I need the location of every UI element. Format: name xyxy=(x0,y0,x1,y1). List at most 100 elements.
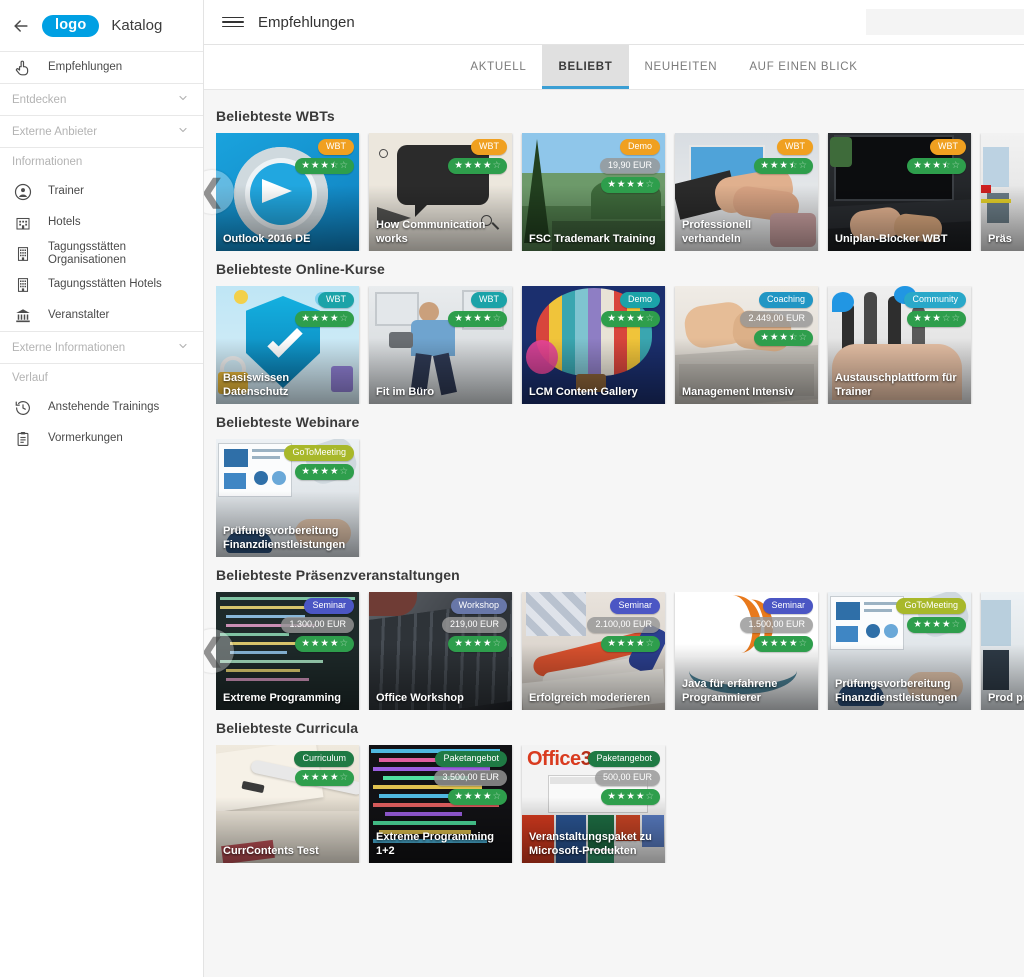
card-title: LCM Content Gallery xyxy=(529,386,638,398)
rating-stars: ★ ★ ★ ★ ☆ xyxy=(448,789,507,805)
course-card[interactable]: Curriculum ★ ★ ★ ★ ☆ CurrContents Test xyxy=(216,745,359,863)
card-badges: WBT ★ ★ ★ ★ ☆ xyxy=(448,139,507,174)
star-half: ☆ xyxy=(330,160,339,171)
app-title: Katalog xyxy=(111,17,163,34)
tab-auf-einen-blick[interactable]: AUF EINEN BLICK xyxy=(733,45,873,89)
type-badge: WBT xyxy=(777,139,813,155)
section: Beliebteste Webinare GoToMeeting ★ ★ ★ ★ ☆ Prü… xyxy=(204,410,1024,557)
course-card[interactable]: Community ★ ★ ★ ☆ ☆ Austauschplattform für Tra… xyxy=(828,286,971,404)
course-card[interactable]: WBT ★ ★ ★ ★ ☆ Basiswissen Datenschutz xyxy=(216,286,359,404)
sidebar-section-verlauf: Verlauf xyxy=(12,372,48,384)
course-card[interactable]: Workshop 219,00 EUR ★ ★ ★ ★ ☆ Office Workshop xyxy=(369,592,512,710)
star-full: ★ xyxy=(607,313,616,324)
star-empty: ☆ xyxy=(339,466,348,477)
star-full: ★ xyxy=(310,638,320,649)
sidebar-group-externe-informationen[interactable]: Externe Informationen xyxy=(0,332,203,363)
tab-label: AUF EINEN BLICK xyxy=(749,61,858,73)
rating-stars: ★ ★ ★ ★ ☆ xyxy=(448,636,507,652)
star-full: ★ xyxy=(922,313,932,324)
course-card[interactable]: Seminar 1.500,00 EUR ★ ★ ★ ★ ☆ Java für erfahre… xyxy=(675,592,818,710)
sidebar-item-anstehende-trainings[interactable]: Anstehende Trainings xyxy=(0,392,203,423)
star-full: ★ xyxy=(482,313,492,324)
sidebar-item-vormerkungen[interactable]: Vormerkungen xyxy=(0,423,203,454)
course-card[interactable]: WBT ★ ★ ★ ★ ☆ How Communication works xyxy=(369,133,512,251)
course-card[interactable]: WBT★★★☆☆Uniplan-Blocker WBT xyxy=(828,133,971,251)
star-empty: ☆ xyxy=(492,638,501,649)
tab-label: BELIEBT xyxy=(558,61,613,73)
logo[interactable]: logo xyxy=(42,14,100,37)
star-empty: ☆ xyxy=(798,160,807,171)
star-full: ★ xyxy=(635,179,645,190)
sidebar-item-hotels[interactable]: Hotels xyxy=(0,207,203,238)
star-empty: ☆ xyxy=(941,313,951,324)
course-card[interactable]: Coaching2.449,00 EUR★★★☆☆Management Inte… xyxy=(675,286,818,404)
star-full: ★ xyxy=(635,313,645,324)
tab-neuheiten[interactable]: NEUHEITEN xyxy=(629,45,734,89)
building-icon xyxy=(12,243,34,265)
type-badge: Curriculum xyxy=(294,751,354,767)
star-full: ★ xyxy=(320,160,329,171)
section-title: Beliebteste WBTs xyxy=(216,108,335,124)
star-full: ★ xyxy=(301,638,310,649)
course-card[interactable]: Seminar 2.100,00 EUR ★ ★ ★ ★ ☆ Erfolgreich mode… xyxy=(522,592,665,710)
search-box[interactable] xyxy=(866,9,1024,35)
rating-stars: ★★★☆☆ xyxy=(295,158,354,174)
sidebar-item-tagungsstaetten-organisationen[interactable]: Tagungsstätten Organisationen xyxy=(0,238,203,269)
course-card[interactable]: GoToMeeting ★ ★ ★ ★ ☆ Prüfungsvorbereitung Fin… xyxy=(828,592,971,710)
type-badge: Paketangebot xyxy=(588,751,660,767)
course-card[interactable]: Prod präs xyxy=(981,592,1024,710)
sidebar-item-tagungsstaetten-hotels[interactable]: Tagungsstätten Hotels xyxy=(0,269,203,300)
star-full: ★ xyxy=(932,313,941,324)
card-badges: Paketangebot 3.500,00 EUR ★ ★ ★ ★ ☆ xyxy=(434,751,507,805)
tab-aktuell[interactable]: AKTUELL xyxy=(454,45,542,89)
course-card[interactable]: Seminar 1.300,00 EUR ★ ★ ★ ★ ☆ Extreme Programm… xyxy=(216,592,359,710)
rating-stars: ★★★☆☆ xyxy=(907,158,966,174)
star-full: ★ xyxy=(473,160,482,171)
card-title: Präs xyxy=(988,233,1012,245)
course-card[interactable]: WBT★★★☆☆Professionell verhandeln xyxy=(675,133,818,251)
sidebar-item-label: Vormerkungen xyxy=(48,432,123,444)
course-card[interactable]: Demo ★ ★ ★ ★ ☆ LCM Content Gallery xyxy=(522,286,665,404)
sidebar-group-entdecken[interactable]: Entdecken xyxy=(0,84,203,115)
course-card[interactable]: Office365 Paketangebot500,00 EUR★★★★☆Ver… xyxy=(522,745,665,863)
course-card[interactable]: WBT★★★☆☆Outlook 2016 DE xyxy=(216,133,359,251)
sidebar-item-veranstalter[interactable]: Veranstalter xyxy=(0,300,203,331)
section: Beliebteste Präsenzveranstaltungen Semin… xyxy=(204,563,1024,710)
star-full: ★ xyxy=(913,160,922,171)
type-badge: WBT xyxy=(471,139,507,155)
course-card[interactable]: Demo 19,90 EUR ★ ★ ★ ★ ☆ FSC Trademark Training xyxy=(522,133,665,251)
tab-beliebt[interactable]: BELIEBT xyxy=(542,45,629,89)
type-badge: WBT xyxy=(318,292,354,308)
hamburger-menu-icon[interactable] xyxy=(222,11,244,33)
star-full: ★ xyxy=(769,160,779,171)
card-badges: Coaching2.449,00 EUR★★★☆☆ xyxy=(740,292,813,346)
star-full: ★ xyxy=(463,313,473,324)
card-badges: Paketangebot 500,00 EUR ★ ★ ★ ★ ☆ xyxy=(588,751,660,805)
section-title: Beliebteste Präsenzveranstaltungen xyxy=(216,567,460,583)
card-title: Extreme Programming xyxy=(223,692,341,704)
sidebar-item-label: Tagungsstätten Hotels xyxy=(48,278,162,290)
star-empty: ☆ xyxy=(492,160,501,171)
course-card[interactable]: Paketangebot 3.500,00 EUR ★ ★ ★ ★ ☆ Extreme Pro… xyxy=(369,745,512,863)
type-badge: Workshop xyxy=(450,598,507,614)
card-title: FSC Trademark Training xyxy=(529,233,656,245)
sidebar-group-externe-anbieter[interactable]: Externe Anbieter xyxy=(0,116,203,147)
sidebar-item-empfehlungen[interactable]: Empfehlungen xyxy=(0,52,203,83)
course-card[interactable]: Präs xyxy=(981,133,1024,251)
course-card[interactable]: WBT ★ ★ ★ ★ ☆ Fit im Büro xyxy=(369,286,512,404)
card-rail: GoToMeeting ★ ★ ★ ★ ☆ Prüfungsvorbereitung Fin… xyxy=(204,439,1024,557)
star-full: ★ xyxy=(320,638,329,649)
search-input[interactable] xyxy=(876,14,1024,30)
star-empty: ☆ xyxy=(492,313,501,324)
back-arrow-icon[interactable] xyxy=(10,15,32,37)
card-title: Basiswissen Datenschutz xyxy=(223,372,290,398)
course-card[interactable]: GoToMeeting ★ ★ ★ ★ ☆ Prüfungsvorbereitung Fin… xyxy=(216,439,359,557)
type-badge: GoToMeeting xyxy=(896,598,966,614)
app-root: logo Katalog Empfehlungen Entdecken Exte… xyxy=(0,0,1024,977)
content-scroll-area[interactable]: Beliebteste WBTs WBT★★★☆☆Outlook 2016 DE… xyxy=(204,90,1024,977)
rating-stars: ★ ★ ★ ★ ☆ xyxy=(601,311,660,327)
sidebar-item-trainer[interactable]: Trainer xyxy=(0,176,203,207)
star-full: ★ xyxy=(922,619,932,630)
card-title: CurrContents Test xyxy=(223,845,319,857)
star-full: ★ xyxy=(932,619,941,630)
